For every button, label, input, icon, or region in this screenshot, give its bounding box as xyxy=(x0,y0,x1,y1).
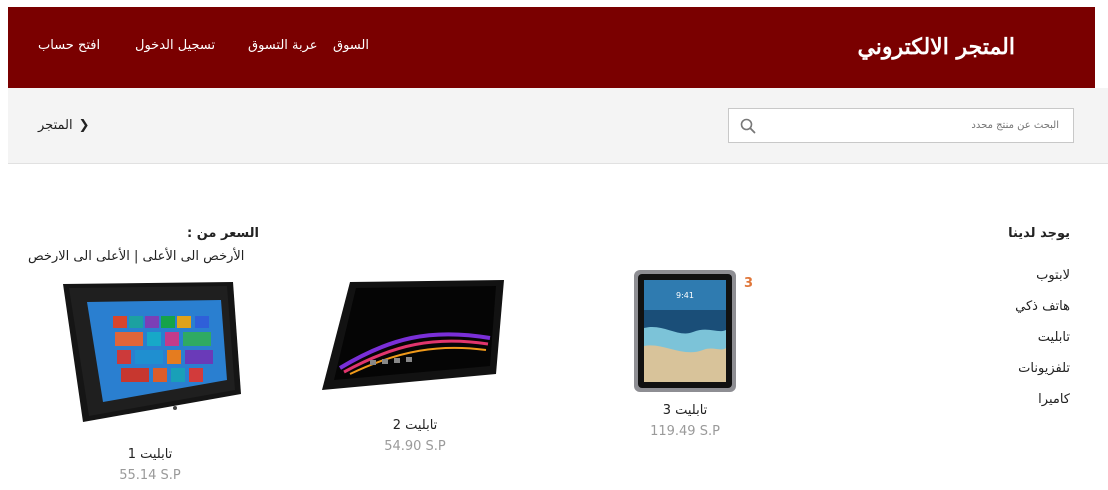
nav-cart-link[interactable]: عربة التسوق xyxy=(248,38,318,53)
product-2-image[interactable] xyxy=(320,278,508,398)
search-input[interactable] xyxy=(765,109,1065,142)
nav-login-link[interactable]: تسجيل الدخول xyxy=(135,38,215,53)
sort-separator: | xyxy=(134,249,139,264)
search-box xyxy=(728,108,1074,143)
product-1-image[interactable] xyxy=(55,276,245,426)
sort-label: السعر من : xyxy=(187,226,259,241)
breadcrumb-store: المتجر xyxy=(38,118,73,133)
product-1-name[interactable]: تابليت 1 xyxy=(110,447,190,462)
product-3-name[interactable]: تابليت 3 xyxy=(645,403,725,418)
category-camera[interactable]: كاميرا xyxy=(1038,392,1070,407)
categories-title: يوجد لدينا xyxy=(1008,226,1070,241)
product-card-1[interactable]: تابليت 1 55.14 S.P xyxy=(110,447,190,483)
svg-text:9:41: 9:41 xyxy=(676,291,694,300)
nav-market-link[interactable]: السوق xyxy=(333,38,369,53)
category-laptop[interactable]: لابتوب xyxy=(1036,268,1070,283)
category-smartphone[interactable]: هاتف ذكي xyxy=(1015,299,1070,314)
product-2-name[interactable]: تابليت 2 xyxy=(375,418,455,433)
category-tablet[interactable]: تابليت xyxy=(1038,330,1070,345)
sort-options: الأرخص الى الأعلى | الأعلى الى الارخص xyxy=(28,249,244,264)
chevron-left-icon: ❮ xyxy=(78,118,90,133)
top-header: المتجر الالكتروني السوق عربة التسوق تسجي… xyxy=(8,7,1095,88)
search-icon[interactable] xyxy=(739,117,757,135)
product-2-price: 54.90 S.P xyxy=(384,439,446,454)
product-card-3[interactable]: تابليت 3 119.49 S.P xyxy=(645,403,725,439)
product-card-2[interactable]: تابليت 2 54.90 S.P xyxy=(375,418,455,454)
toolbar: ❮ المتجر xyxy=(8,88,1108,164)
sort-high-to-low[interactable]: الأعلى الى الارخص xyxy=(28,249,130,264)
nav-signup-link[interactable]: افتح حساب xyxy=(38,38,100,53)
product-3-price: 119.49 S.P xyxy=(650,424,720,439)
product-3-image[interactable]: 9:41 xyxy=(633,268,737,394)
category-tv[interactable]: تلفزيونات xyxy=(1018,361,1070,376)
sort-low-to-high[interactable]: الأرخص الى الأعلى xyxy=(143,249,245,264)
product-3-badge: 3 xyxy=(744,276,754,291)
product-1-price: 55.14 S.P xyxy=(119,468,181,483)
site-title[interactable]: المتجر الالكتروني xyxy=(857,34,1015,60)
breadcrumb[interactable]: ❮ المتجر xyxy=(38,118,89,133)
